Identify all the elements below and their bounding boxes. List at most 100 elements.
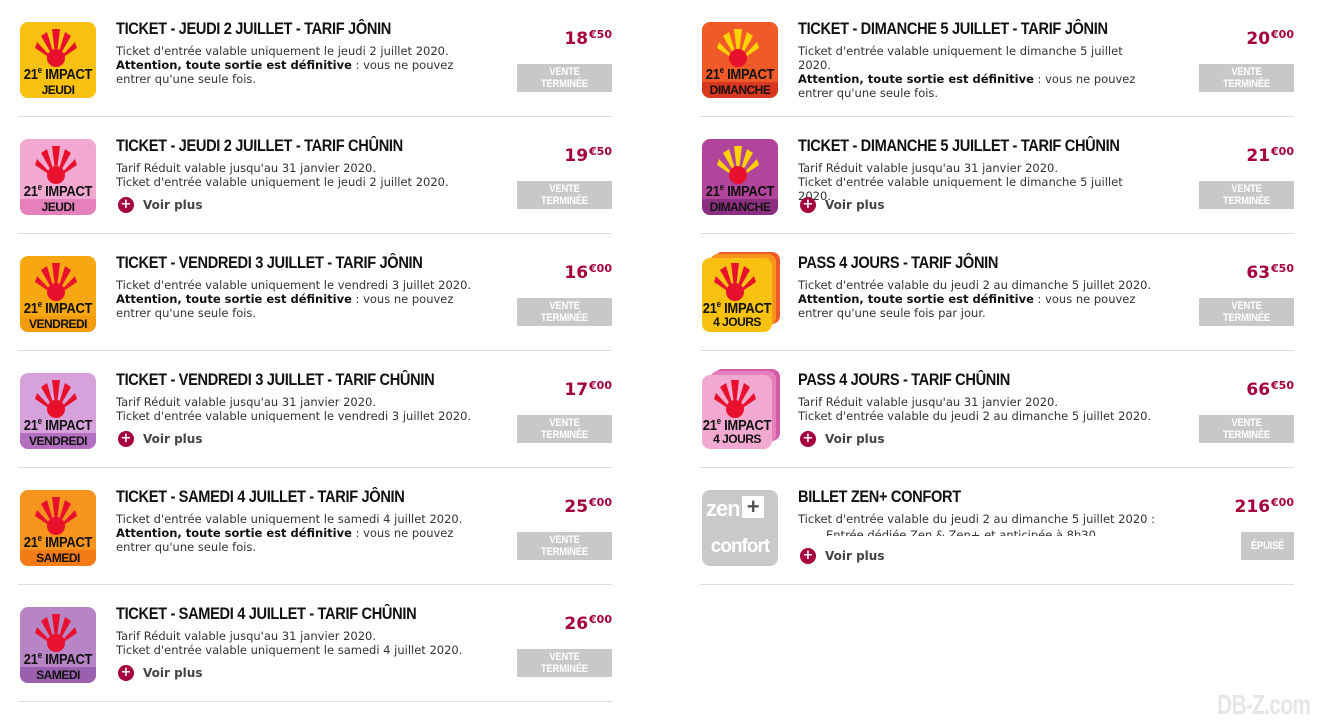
ticket-row: 21e IMPACT 4 JOURS PASS 4 JOURS - TARIF …	[700, 234, 1294, 351]
sale-ended-button[interactable]: VENTE TERMINÉE	[1199, 181, 1294, 209]
ticket-badge: 21e IMPACT JEUDI	[20, 22, 96, 98]
sale-ended-button[interactable]: VENTE TERMINÉE	[517, 415, 612, 443]
description-line: Ticket d'entrée valable uniquement le je…	[116, 175, 449, 189]
see-more-label: Voir plus	[825, 432, 885, 446]
sale-ended-button[interactable]: VENTE TERMINÉE	[1199, 415, 1294, 443]
price-int: 216	[1234, 497, 1271, 517]
sale-ended-button[interactable]: VENTE TERMINÉE	[517, 649, 612, 677]
see-more-link[interactable]: + Voir plus	[118, 665, 202, 681]
description-line: Ticket d'entrée valable du jeudi 2 au di…	[798, 512, 1155, 526]
ordinal-suffix: e	[37, 182, 42, 193]
right-column: 21e IMPACT DIMANCHE TICKET - DIMANCHE 5 …	[700, 0, 1294, 585]
zen-word: zen	[706, 496, 741, 521]
rising-sun-icon	[35, 263, 77, 301]
ticket-badge: 21e IMPACT 4 JOURS	[702, 369, 780, 449]
ticket-title: TICKET - JEUDI 2 JUILLET - TARIF JÔNIN	[116, 19, 392, 38]
badge-day: DIMANCHE	[702, 199, 778, 215]
ticket-description: Ticket d'entrée valable du jeudi 2 au di…	[798, 278, 1158, 320]
ticket-description: Ticket d'entrée valable uniquement le sa…	[116, 512, 476, 554]
ticket-row: 21e IMPACT DIMANCHE TICKET - DIMANCHE 5 …	[700, 117, 1294, 234]
ordinal-suffix: e	[37, 299, 42, 310]
zen-logo-top: zen +	[706, 496, 774, 522]
sale-ended-button[interactable]: VENTE TERMINÉE	[1199, 64, 1294, 92]
price-dec: €00	[589, 379, 612, 392]
description-line: Tarif Réduit valable jusqu'au 31 janvier…	[116, 629, 377, 643]
ticket-description: Tarif Réduit valable jusqu'au 31 janvier…	[798, 395, 1158, 423]
sold-out-button[interactable]: ÉPUISÉ	[1241, 532, 1294, 560]
see-more-link[interactable]: + Voir plus	[118, 431, 202, 447]
ticket-price: 216€00	[1235, 496, 1294, 517]
price-int: 21	[1246, 146, 1271, 166]
plus-circle-icon: +	[118, 665, 134, 681]
ticket-price: 16€00	[564, 262, 612, 283]
left-column: 21e IMPACT JEUDI TICKET - JEUDI 2 JUILLE…	[18, 0, 612, 702]
ordinal-suffix: e	[37, 65, 42, 76]
watermark: DB-Z.com	[1216, 689, 1311, 720]
see-more-link[interactable]: + Voir plus	[800, 197, 884, 213]
badge-title: 21e IMPACT	[23, 299, 93, 317]
see-more-link[interactable]: + Voir plus	[800, 548, 884, 564]
price-int: 18	[564, 29, 589, 49]
badge-layer: 21e IMPACT 4 JOURS	[702, 258, 772, 332]
rising-sun-icon	[35, 146, 77, 184]
plus-circle-icon: +	[118, 197, 134, 213]
zen-logo-bottom: confort	[710, 536, 770, 557]
ticket-title: TICKET - SAMEDI 4 JUILLET - TARIF JÔNIN	[116, 487, 405, 506]
badge-day: VENDREDI	[20, 433, 96, 449]
sale-ended-button[interactable]: VENTE TERMINÉE	[517, 181, 612, 209]
sale-ended-button[interactable]: VENTE TERMINÉE	[517, 532, 612, 560]
price-dec: €50	[589, 145, 612, 158]
description-line: Ticket d'entrée valable du jeudi 2 au di…	[798, 409, 1152, 423]
ticket-row: 21e IMPACT JEUDI TICKET - JEUDI 2 JUILLE…	[18, 117, 612, 234]
price-int: 19	[564, 146, 589, 166]
badge-title: 21e IMPACT	[705, 182, 775, 200]
ticket-title: PASS 4 JOURS - TARIF JÔNIN	[798, 253, 999, 272]
warning-bold: Attention, toute sortie est définitive	[798, 292, 1034, 306]
warning-text: Attention, toute sortie est définitive :…	[116, 58, 476, 86]
zen-plus: +	[741, 496, 764, 518]
ticket-row: 21e IMPACT 4 JOURS PASS 4 JOURS - TARIF …	[700, 351, 1294, 468]
ticket-badge: 21e IMPACT 4 JOURS	[702, 252, 780, 332]
ticket-row: 21e IMPACT VENDREDI TICKET - VENDREDI 3 …	[18, 351, 612, 468]
ticket-badge: zen + confort	[702, 490, 778, 566]
rising-sun-icon	[35, 29, 77, 67]
see-more-link[interactable]: + Voir plus	[800, 431, 884, 447]
price-dec: €00	[1271, 28, 1294, 41]
sale-ended-button[interactable]: VENTE TERMINÉE	[517, 298, 612, 326]
price-dec: €50	[1271, 262, 1294, 275]
ticket-price: 25€00	[564, 496, 612, 517]
ticket-title: TICKET - VENDREDI 3 JUILLET - TARIF CHÛN…	[116, 370, 435, 389]
description-line: Ticket d'entrée valable uniquement le sa…	[116, 643, 463, 657]
badge-title: 21e IMPACT	[23, 650, 93, 668]
button-label: VENTE TERMINÉE	[541, 66, 588, 90]
description-line: Ticket d'entrée valable uniquement le sa…	[116, 512, 463, 526]
ticket-description: Tarif Réduit valable jusqu'au 31 janvier…	[116, 161, 476, 189]
button-label: VENTE TERMINÉE	[1223, 300, 1270, 324]
ticket-price: 21€00	[1246, 145, 1294, 166]
ticket-description: Ticket d'entrée valable uniquement le ve…	[116, 278, 476, 320]
rising-sun-icon	[717, 146, 759, 184]
badge-day: VENDREDI	[20, 316, 96, 332]
warning-text: Attention, toute sortie est définitive :…	[116, 292, 476, 320]
plus-circle-icon: +	[800, 548, 816, 564]
badge-day: JEUDI	[20, 199, 96, 215]
ticket-title: TICKET - DIMANCHE 5 JUILLET - TARIF CHÛN…	[798, 136, 1120, 155]
ticket-price: 20€00	[1246, 28, 1294, 49]
price-int: 26	[564, 614, 589, 634]
button-label: ÉPUISÉ	[1250, 540, 1285, 552]
rising-sun-icon	[717, 29, 759, 67]
ticket-badge: 21e IMPACT VENDREDI	[20, 256, 96, 332]
ticket-price: 63€50	[1246, 262, 1294, 283]
ordinal-suffix: e	[37, 416, 42, 427]
sale-ended-button[interactable]: VENTE TERMINÉE	[1199, 298, 1294, 326]
ordinal-suffix: e	[719, 182, 724, 193]
ticket-badge: 21e IMPACT SAMEDI	[20, 490, 96, 566]
see-more-link[interactable]: + Voir plus	[118, 197, 202, 213]
ticket-row: 21e IMPACT SAMEDI TICKET - SAMEDI 4 JUIL…	[18, 468, 612, 585]
ticket-row: 21e IMPACT JEUDI TICKET - JEUDI 2 JUILLE…	[18, 0, 612, 117]
sale-ended-button[interactable]: VENTE TERMINÉE	[517, 64, 612, 92]
ticket-title: TICKET - DIMANCHE 5 JUILLET - TARIF JÔNI…	[798, 19, 1108, 38]
ticket-badge: 21e IMPACT VENDREDI	[20, 373, 96, 449]
price-dec: €00	[589, 496, 612, 509]
button-label: VENTE TERMINÉE	[541, 183, 588, 207]
